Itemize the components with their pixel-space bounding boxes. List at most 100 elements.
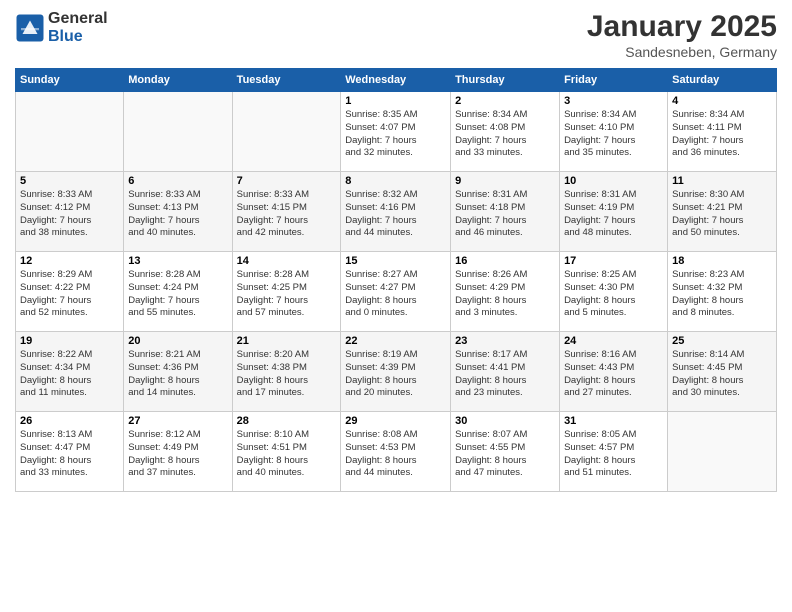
calendar-cell: 25 Sunrise: 8:14 AM Sunset: 4:45 PM Dayli… (668, 332, 777, 412)
calendar-header-row: Sunday Monday Tuesday Wednesday Thursday… (16, 69, 777, 92)
day-info: Sunrise: 8:10 AM Sunset: 4:51 PM Dayligh… (237, 429, 337, 480)
day-number: 16 (455, 255, 555, 267)
calendar-cell: 23 Sunrise: 8:17 AM Sunset: 4:41 PM Dayli… (451, 332, 560, 412)
calendar-cell: 17 Sunrise: 8:25 AM Sunset: 4:30 PM Dayli… (560, 252, 668, 332)
calendar-cell: 4Sunrise: 8:34 AM Sunset: 4:11 PM Daylig… (668, 92, 777, 172)
calendar-cell: 24 Sunrise: 8:16 AM Sunset: 4:43 PM Dayli… (560, 332, 668, 412)
day-number: 25 (672, 335, 772, 347)
calendar-cell: 6 Sunrise: 8:33 AM Sunset: 4:13 PM Daylig… (124, 172, 232, 252)
calendar-table: Sunday Monday Tuesday Wednesday Thursday… (15, 68, 777, 492)
day-number: 9 (455, 175, 555, 187)
col-thursday: Thursday (451, 69, 560, 92)
day-info: Sunrise: 8:33 AM Sunset: 4:13 PM Dayligh… (128, 189, 227, 240)
day-number: 12 (20, 255, 119, 267)
day-info: Sunrise: 8:31 AM Sunset: 4:19 PM Dayligh… (564, 189, 663, 240)
day-info: Sunrise: 8:29 AM Sunset: 4:22 PM Dayligh… (20, 269, 119, 320)
calendar-cell (668, 412, 777, 492)
calendar-cell: 27Sunrise: 8:12 AM Sunset: 4:49 PM Dayli… (124, 412, 232, 492)
logo-general: General (48, 10, 108, 28)
day-number: 21 (237, 335, 337, 347)
day-number: 14 (237, 255, 337, 267)
calendar-cell: 1 Sunrise: 8:35 AM Sunset: 4:07 PM Daylig… (341, 92, 451, 172)
col-friday: Friday (560, 69, 668, 92)
calendar-cell: 29Sunrise: 8:08 AM Sunset: 4:53 PM Dayli… (341, 412, 451, 492)
day-info: Sunrise: 8:07 AM Sunset: 4:55 PM Dayligh… (455, 429, 555, 480)
col-monday: Monday (124, 69, 232, 92)
calendar-cell: 26Sunrise: 8:13 AM Sunset: 4:47 PM Dayli… (16, 412, 124, 492)
calendar-cell: 13 Sunrise: 8:28 AM Sunset: 4:24 PM Dayli… (124, 252, 232, 332)
calendar-cell: 21 Sunrise: 8:20 AM Sunset: 4:38 PM Dayli… (232, 332, 341, 412)
calendar-cell: 15 Sunrise: 8:27 AM Sunset: 4:27 PM Dayli… (341, 252, 451, 332)
day-info: Sunrise: 8:17 AM Sunset: 4:41 PM Dayligh… (455, 349, 555, 400)
day-number: 15 (345, 255, 446, 267)
day-number: 27 (128, 415, 227, 427)
day-number: 11 (672, 175, 772, 187)
col-sunday: Sunday (16, 69, 124, 92)
logo-blue: Blue (48, 28, 108, 46)
logo-text: General Blue (48, 10, 108, 45)
day-number: 19 (20, 335, 119, 347)
day-number: 8 (345, 175, 446, 187)
day-number: 22 (345, 335, 446, 347)
calendar-week-2: 5Sunrise: 8:33 AM Sunset: 4:12 PM Daylig… (16, 172, 777, 252)
day-info: Sunrise: 8:14 AM Sunset: 4:45 PM Dayligh… (672, 349, 772, 400)
day-number: 6 (128, 175, 227, 187)
calendar-cell (16, 92, 124, 172)
day-number: 13 (128, 255, 227, 267)
day-info: Sunrise: 8:22 AM Sunset: 4:34 PM Dayligh… (20, 349, 119, 400)
day-info: Sunrise: 8:27 AM Sunset: 4:27 PM Dayligh… (345, 269, 446, 320)
month-title: January 2025 (587, 10, 777, 44)
day-info: Sunrise: 8:26 AM Sunset: 4:29 PM Dayligh… (455, 269, 555, 320)
calendar-cell: 31Sunrise: 8:05 AM Sunset: 4:57 PM Dayli… (560, 412, 668, 492)
day-info: Sunrise: 8:31 AM Sunset: 4:18 PM Dayligh… (455, 189, 555, 240)
calendar-week-4: 19 Sunrise: 8:22 AM Sunset: 4:34 PM Dayli… (16, 332, 777, 412)
location-subtitle: Sandesneben, Germany (587, 44, 777, 60)
calendar-cell: 28 Sunrise: 8:10 AM Sunset: 4:51 PM Dayli… (232, 412, 341, 492)
day-number: 10 (564, 175, 663, 187)
day-number: 29 (345, 415, 446, 427)
day-info: Sunrise: 8:19 AM Sunset: 4:39 PM Dayligh… (345, 349, 446, 400)
calendar-cell: 30 Sunrise: 8:07 AM Sunset: 4:55 PM Dayli… (451, 412, 560, 492)
logo: General Blue (15, 10, 108, 45)
day-info: Sunrise: 8:05 AM Sunset: 4:57 PM Dayligh… (564, 429, 663, 480)
day-info: Sunrise: 8:33 AM Sunset: 4:15 PM Dayligh… (237, 189, 337, 240)
day-info: Sunrise: 8:21 AM Sunset: 4:36 PM Dayligh… (128, 349, 227, 400)
calendar-cell: 18Sunrise: 8:23 AM Sunset: 4:32 PM Dayli… (668, 252, 777, 332)
day-info: Sunrise: 8:34 AM Sunset: 4:08 PM Dayligh… (455, 109, 555, 160)
day-info: Sunrise: 8:33 AM Sunset: 4:12 PM Dayligh… (20, 189, 119, 240)
day-number: 17 (564, 255, 663, 267)
day-number: 23 (455, 335, 555, 347)
calendar-cell: 5Sunrise: 8:33 AM Sunset: 4:12 PM Daylig… (16, 172, 124, 252)
calendar-cell: 7 Sunrise: 8:33 AM Sunset: 4:15 PM Daylig… (232, 172, 341, 252)
day-info: Sunrise: 8:16 AM Sunset: 4:43 PM Dayligh… (564, 349, 663, 400)
day-info: Sunrise: 8:30 AM Sunset: 4:21 PM Dayligh… (672, 189, 772, 240)
day-number: 20 (128, 335, 227, 347)
title-section: January 2025 Sandesneben, Germany (587, 10, 777, 60)
calendar-cell: 2 Sunrise: 8:34 AM Sunset: 4:08 PM Daylig… (451, 92, 560, 172)
calendar-cell: 22 Sunrise: 8:19 AM Sunset: 4:39 PM Dayli… (341, 332, 451, 412)
day-info: Sunrise: 8:13 AM Sunset: 4:47 PM Dayligh… (20, 429, 119, 480)
calendar-week-5: 26Sunrise: 8:13 AM Sunset: 4:47 PM Dayli… (16, 412, 777, 492)
day-number: 4 (672, 95, 772, 107)
calendar-cell (124, 92, 232, 172)
day-number: 2 (455, 95, 555, 107)
day-number: 1 (345, 95, 446, 107)
day-number: 24 (564, 335, 663, 347)
calendar-cell: 20 Sunrise: 8:21 AM Sunset: 4:36 PM Dayli… (124, 332, 232, 412)
day-info: Sunrise: 8:25 AM Sunset: 4:30 PM Dayligh… (564, 269, 663, 320)
calendar-cell: 19 Sunrise: 8:22 AM Sunset: 4:34 PM Dayli… (16, 332, 124, 412)
calendar-week-3: 12 Sunrise: 8:29 AM Sunset: 4:22 PM Dayli… (16, 252, 777, 332)
day-number: 7 (237, 175, 337, 187)
col-tuesday: Tuesday (232, 69, 341, 92)
day-number: 28 (237, 415, 337, 427)
calendar-cell: 16 Sunrise: 8:26 AM Sunset: 4:29 PM Dayli… (451, 252, 560, 332)
day-info: Sunrise: 8:35 AM Sunset: 4:07 PM Dayligh… (345, 109, 446, 160)
calendar-cell: 14Sunrise: 8:28 AM Sunset: 4:25 PM Dayli… (232, 252, 341, 332)
header: General Blue January 2025 Sandesneben, G… (15, 10, 777, 60)
day-info: Sunrise: 8:20 AM Sunset: 4:38 PM Dayligh… (237, 349, 337, 400)
day-number: 30 (455, 415, 555, 427)
calendar-cell: 12 Sunrise: 8:29 AM Sunset: 4:22 PM Dayli… (16, 252, 124, 332)
day-info: Sunrise: 8:28 AM Sunset: 4:24 PM Dayligh… (128, 269, 227, 320)
day-info: Sunrise: 8:23 AM Sunset: 4:32 PM Dayligh… (672, 269, 772, 320)
calendar-cell: 3Sunrise: 8:34 AM Sunset: 4:10 PM Daylig… (560, 92, 668, 172)
